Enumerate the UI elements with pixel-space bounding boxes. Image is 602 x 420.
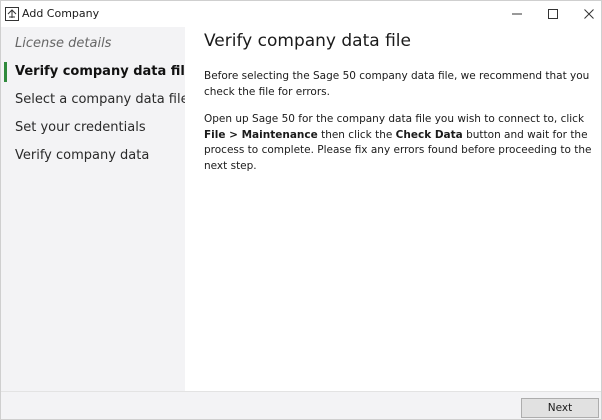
page-title: Verify company data file: [204, 31, 411, 51]
window-title: Add Company: [22, 7, 100, 20]
minimize-icon: [512, 13, 522, 15]
step-license-details: License details: [15, 36, 112, 51]
add-company-window: Add Company License details Verify compa…: [0, 0, 602, 420]
close-button[interactable]: [571, 1, 602, 27]
step-select-company-data-file: Select a company data file: [15, 92, 189, 107]
wizard-footer: Next: [1, 391, 601, 419]
add-company-app-icon: [5, 6, 19, 21]
intro-paragraph: Before selecting the Sage 50 company dat…: [204, 70, 590, 98]
check-data-text: Check Data: [395, 128, 463, 141]
wizard-steps-sidebar: License details Verify company data file…: [1, 27, 194, 391]
active-step-indicator: [4, 62, 7, 82]
minimize-button[interactable]: [499, 1, 535, 27]
instructions-paragraph: Open up Sage 50 for the company data fil…: [204, 112, 602, 174]
main-content: Verify company data file Before selectin…: [185, 27, 601, 391]
maximize-icon: [548, 9, 558, 19]
close-icon: [584, 9, 594, 19]
maximize-button[interactable]: [535, 1, 571, 27]
next-button[interactable]: Next: [521, 398, 599, 418]
step-verify-company-data: Verify company data: [15, 148, 150, 163]
step-verify-company-data-file: Verify company data file: [15, 64, 194, 79]
title-bar[interactable]: Add Company: [1, 1, 601, 27]
file-maintenance-text: File > Maintenance: [204, 128, 318, 141]
step-set-credentials: Set your credentials: [15, 120, 146, 135]
instructions-text-2: then click the: [317, 128, 396, 141]
instructions-text-1: Open up Sage 50 for the company data fil…: [204, 113, 585, 125]
